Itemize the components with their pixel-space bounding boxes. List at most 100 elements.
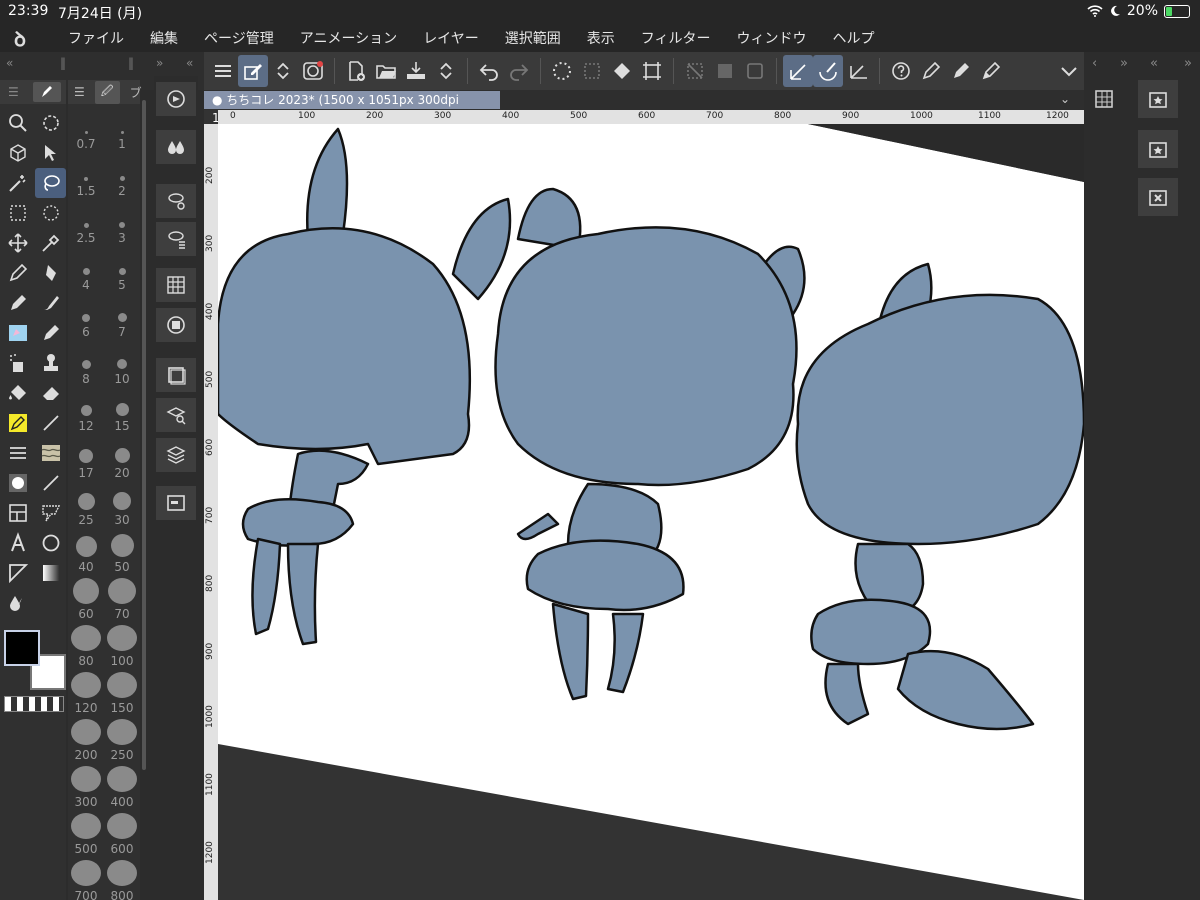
clear-selection-icon[interactable] [680,55,710,87]
texture-icon[interactable] [35,438,66,468]
line-icon[interactable] [35,408,66,438]
brush-size-cell[interactable]: 3 [105,202,139,249]
airbrush-tool-icon[interactable] [2,318,33,348]
new-file-icon[interactable] [341,55,371,87]
crop-icon[interactable] [637,55,667,87]
edit-mode-icon[interactable] [238,55,268,87]
operation-arrow-icon[interactable] [35,138,66,168]
brush-size-cell[interactable]: 10 [105,343,139,390]
brush-size-cell[interactable]: 17 [69,437,103,484]
bucket-icon[interactable] [2,378,33,408]
layers-icon[interactable] [156,438,196,472]
brush-size-cell[interactable]: 250 [105,719,139,766]
layer-property-icon[interactable] [156,358,196,392]
transform-icon[interactable] [577,55,607,87]
shape-circle-icon[interactable] [35,528,66,558]
eyedropper-icon[interactable] [35,228,66,258]
brush-size-cell[interactable]: 50 [105,531,139,578]
brush-size-cell[interactable]: 500 [69,813,103,860]
menu-page[interactable]: ページ管理 [204,28,274,48]
brush-size-cell[interactable]: 0.7 [69,108,103,155]
marker-icon[interactable] [976,55,1006,87]
size-panel-tab[interactable]: ブ [130,84,142,101]
favorite-folder-icon[interactable] [1138,80,1178,118]
list-icon[interactable]: ☰ [8,85,19,99]
grip-icon[interactable]: ‖ [128,56,134,70]
brush-size-cell[interactable]: 400 [105,766,139,813]
brush-size-cell[interactable]: 200 [69,719,103,766]
material-icon[interactable] [1090,84,1118,114]
sub-tool-settings-icon[interactable] [156,184,196,218]
pen-tool-icon[interactable] [2,258,33,288]
brush-size-cell[interactable]: 700 [69,860,103,900]
decoration-tool-icon[interactable] [35,318,66,348]
bookmark-folder-icon[interactable] [1138,130,1178,168]
brush-size-cell[interactable]: 7 [105,296,139,343]
navigator-icon[interactable] [156,82,196,116]
blend-icon[interactable] [2,588,33,618]
text-icon[interactable] [2,528,33,558]
redo-icon[interactable] [504,55,534,87]
collapse-icon[interactable]: « [1150,56,1158,71]
rotate-icon[interactable] [35,108,66,138]
brush-size-cell[interactable]: 100 [105,625,139,672]
spray-icon[interactable] [2,348,33,378]
highlighter-icon[interactable] [2,408,33,438]
perspective-icon[interactable] [843,55,873,87]
menu-selection[interactable]: 選択範囲 [505,28,561,48]
help-icon[interactable] [886,55,916,87]
transparent-color-swatch[interactable] [4,696,64,712]
intermediate-color-icon[interactable] [156,308,196,342]
menu-filter[interactable]: フィルター [641,28,711,48]
collapse-icon[interactable]: « [186,56,193,70]
color-mixing-icon[interactable] [156,130,196,164]
pencil-tool-icon[interactable] [2,288,33,318]
collapse-left-icon[interactable]: « [6,56,13,70]
color-set-icon[interactable] [156,268,196,302]
brush-size-cell[interactable]: 2.5 [69,202,103,249]
brush-size-cell[interactable]: 600 [105,813,139,860]
open-folder-icon[interactable] [371,55,401,87]
up-down-icon[interactable] [431,55,461,87]
zoom-icon[interactable] [2,108,33,138]
chevron-down-icon[interactable]: ⌄ [1060,92,1070,106]
object-3d-icon[interactable] [2,138,33,168]
brush-size-cell[interactable]: 300 [69,766,103,813]
selection-border-icon[interactable] [740,55,770,87]
brush-size-cell[interactable]: 6 [69,296,103,343]
move-icon[interactable] [2,228,33,258]
eraser-icon[interactable] [35,378,66,408]
layer-search-icon[interactable] [156,398,196,432]
balloon-icon[interactable] [35,498,66,528]
frame-icon[interactable] [2,498,33,528]
expand-icon[interactable]: » [1184,56,1192,71]
scrollbar[interactable] [142,100,146,770]
brush-size-cell[interactable]: 1.5 [69,155,103,202]
menu-animation[interactable]: アニメーション [300,28,397,48]
brush-size-cell[interactable]: 4 [69,249,103,296]
brush-snap-icon[interactable] [813,55,843,87]
brush-size-cell[interactable]: 1 [105,108,139,155]
brush-tool-icon[interactable] [35,288,66,318]
menu-help[interactable]: ヘルプ [833,28,875,48]
grip-icon[interactable]: ‖ [60,56,66,70]
app-logo-icon[interactable]: ꝺ [0,25,40,52]
companion-icon[interactable] [298,55,328,87]
animation-timeline-icon[interactable] [156,486,196,520]
brush-size-cell[interactable]: 8 [69,343,103,390]
brush-size-cell[interactable]: 5 [105,249,139,296]
rect-select-icon[interactable] [2,198,33,228]
save-icon[interactable] [401,55,431,87]
invert-selection-icon[interactable] [710,55,740,87]
menu-window[interactable]: ウィンドウ [737,28,807,48]
brush-size-cell[interactable]: 70 [105,578,139,625]
straight-line-icon[interactable] [35,468,66,498]
hatching-icon[interactable] [2,438,33,468]
magic-wand-icon[interactable] [2,168,33,198]
menu-edit[interactable]: 編集 [150,28,178,48]
lasso-icon[interactable] [35,168,66,198]
brush-size-cell[interactable]: 800 [105,860,139,900]
document-tab[interactable]: ● ちちコレ 2023* (1500 x 1051px 300dpi 115.4… [204,91,500,125]
brush-size-cell[interactable]: 25 [69,484,103,531]
collapse-right-icon[interactable]: ‹ [1092,56,1097,71]
